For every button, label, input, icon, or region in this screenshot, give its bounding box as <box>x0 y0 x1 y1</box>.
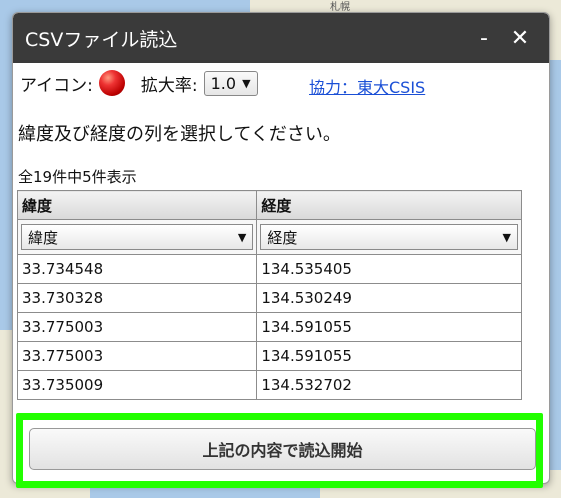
red-ball-icon[interactable] <box>98 70 125 96</box>
dropdown-arrow-icon: ▼ <box>502 230 511 244</box>
icon-label: アイコン: <box>20 75 93 96</box>
minimize-button[interactable]: - <box>469 26 499 51</box>
table-row: 33.775003 134.591055 <box>16 312 522 342</box>
record-count: 全19件中5件表示 <box>18 168 137 186</box>
longitude-select-value: 経度 <box>267 228 298 247</box>
latitude-cell: 33.730328 <box>16 283 258 313</box>
latitude-select-value: 緯度 <box>28 228 59 247</box>
latitude-column-select[interactable]: 緯度 ▼ <box>21 224 254 250</box>
column-select-row: 緯度 ▼ 経度 ▼ <box>16 219 522 255</box>
zoom-value: 1.0 <box>210 73 237 93</box>
credit-link[interactable]: 協力：東大CSIS <box>309 74 425 98</box>
zoom-label: 拡大率: <box>140 75 198 96</box>
longitude-cell: 134.535405 <box>256 254 522 284</box>
dialog-titlebar[interactable]: CSVファイル読込 - ✕ <box>13 13 549 63</box>
table-row: 33.730328 134.530249 <box>16 283 522 313</box>
longitude-cell: 134.532702 <box>256 370 522 400</box>
latitude-cell: 33.735009 <box>16 370 258 400</box>
latitude-cell: 33.775003 <box>16 341 258 371</box>
zoom-select[interactable]: 1.0 ▼ <box>203 70 258 96</box>
dropdown-arrow-icon: ▼ <box>237 230 247 244</box>
dialog-title: CSVファイル読込 <box>25 28 178 51</box>
header-latitude: 緯度 <box>16 190 258 220</box>
dropdown-arrow-icon: ▼ <box>242 76 251 90</box>
options-row: アイコン: 拡大率: 1.0 ▼ <box>20 70 258 96</box>
table-row: 33.775003 134.591055 <box>16 341 522 371</box>
table-header-row: 緯度 経度 <box>16 190 522 220</box>
longitude-cell: 134.591055 <box>256 341 522 371</box>
header-longitude: 経度 <box>256 190 522 220</box>
latitude-cell: 33.775003 <box>16 312 258 342</box>
instruction-text: 緯度及び経度の列を選択してください。 <box>18 124 341 145</box>
table-row: 33.735009 134.532702 <box>16 370 522 400</box>
preview-table: 緯度 経度 緯度 ▼ 経度 ▼ 33.734548 134.535405 33.… <box>16 190 522 400</box>
start-import-button[interactable]: 上記の内容で読込開始 <box>29 428 536 470</box>
longitude-cell: 134.591055 <box>256 312 522 342</box>
longitude-cell: 134.530249 <box>256 283 522 313</box>
table-row: 33.734548 134.535405 <box>16 254 522 284</box>
close-button[interactable]: ✕ <box>505 26 535 51</box>
latitude-cell: 33.734548 <box>16 254 258 284</box>
longitude-column-select[interactable]: 経度 ▼ <box>260 224 518 250</box>
